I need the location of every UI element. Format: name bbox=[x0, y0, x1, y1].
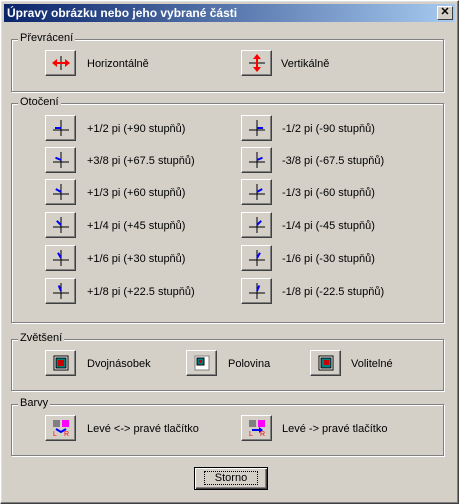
svg-text:R: R bbox=[64, 431, 69, 437]
svg-text:L: L bbox=[53, 431, 57, 437]
rotate-minus-button[interactable] bbox=[241, 147, 272, 173]
rotate-ccw-icon bbox=[248, 250, 265, 266]
rotate-ccw-icon bbox=[248, 152, 265, 168]
horizontal-arrows-icon bbox=[51, 56, 70, 70]
zoom-custom-button[interactable] bbox=[310, 350, 341, 376]
rotate-minus-button[interactable] bbox=[241, 212, 272, 238]
rotate-cw-icon bbox=[52, 283, 69, 299]
flip-vertical-label: Vertikálně bbox=[281, 58, 330, 70]
rotate-minus-button[interactable] bbox=[241, 245, 272, 271]
colors-swap-button[interactable]: LR bbox=[45, 415, 76, 441]
svg-text:L: L bbox=[249, 431, 253, 437]
rotate-plus-label: +1/8 pi (+22.5 stupňů) bbox=[87, 286, 195, 298]
flip-group-title: Převrácení bbox=[18, 32, 76, 44]
rotate-minus-button[interactable] bbox=[241, 278, 272, 304]
rotate-cw-icon bbox=[52, 184, 69, 200]
rotate-plus-button[interactable] bbox=[45, 115, 76, 141]
colors-group-title: Barvy bbox=[18, 397, 51, 409]
close-button[interactable]: ✕ bbox=[437, 6, 453, 20]
rotate-minus-label: -1/8 pi (-22.5 stupňů) bbox=[282, 286, 385, 298]
flip-horizontal-label: Horizontálně bbox=[87, 58, 149, 70]
colors-copy-button[interactable]: LR bbox=[241, 415, 272, 441]
rotate-minus-label: -3/8 pi (-67.5 stupňů) bbox=[282, 155, 385, 167]
rotate-plus-label: +1/4 pi (+45 stupňů) bbox=[87, 220, 186, 232]
rotate-ccw-icon bbox=[248, 217, 265, 233]
color-copy-icon: LR bbox=[248, 420, 265, 437]
rotate-plus-button[interactable] bbox=[45, 147, 76, 173]
rotate-minus-button[interactable] bbox=[241, 115, 272, 141]
rotate-plus-button[interactable] bbox=[45, 179, 76, 205]
rotate-group-title: Otočení bbox=[18, 96, 61, 108]
rotate-plus-button[interactable] bbox=[45, 278, 76, 304]
zoom-custom-icon bbox=[318, 355, 333, 371]
color-swap-icon: LR bbox=[52, 420, 69, 437]
close-icon: ✕ bbox=[440, 6, 450, 18]
zoom-group-title: Zvětšení bbox=[18, 332, 65, 344]
rotate-plus-label: +3/8 pi (+67.5 stupňů) bbox=[87, 155, 195, 167]
colors-swap-label: Levé <-> pravé tlačítko bbox=[87, 423, 199, 435]
rotate-cw-icon bbox=[52, 217, 69, 233]
dialog-window: Úpravy obrázku nebo jeho vybrané části ✕… bbox=[0, 0, 459, 504]
svg-text:R: R bbox=[260, 431, 265, 437]
rotate-minus-label: -1/3 pi (-60 stupňů) bbox=[282, 187, 375, 199]
rotate-minus-label: -1/2 pi (-90 stupňů) bbox=[282, 123, 375, 135]
rotate-ccw-icon bbox=[248, 120, 265, 136]
colors-copy-label: Levé -> pravé tlačítko bbox=[282, 423, 388, 435]
rotate-ccw-icon bbox=[248, 283, 265, 299]
rotate-cw-icon bbox=[52, 250, 69, 266]
rotate-plus-button[interactable] bbox=[45, 212, 76, 238]
rotate-cw-icon bbox=[52, 152, 69, 168]
zoom-half-button[interactable] bbox=[186, 350, 217, 376]
rotate-ccw-icon bbox=[248, 184, 265, 200]
window-title: Úpravy obrázku nebo jeho vybrané části bbox=[7, 6, 238, 20]
zoom-double-icon bbox=[53, 355, 68, 371]
cancel-label: Storno bbox=[203, 471, 259, 485]
rotate-plus-button[interactable] bbox=[45, 245, 76, 271]
zoom-double-label: Dvojnásobek bbox=[87, 358, 151, 370]
zoom-double-button[interactable] bbox=[45, 350, 76, 376]
rotate-minus-label: -1/6 pi (-30 stupňů) bbox=[282, 253, 375, 265]
zoom-half-icon bbox=[194, 355, 209, 371]
zoom-custom-label: Volitelné bbox=[351, 358, 393, 370]
flip-vertical-button[interactable] bbox=[241, 50, 272, 76]
rotate-cw-icon bbox=[52, 120, 69, 136]
title-bar: Úpravy obrázku nebo jeho vybrané části ✕ bbox=[4, 4, 455, 22]
rotate-minus-button[interactable] bbox=[241, 179, 272, 205]
rotate-plus-label: +1/6 pi (+30 stupňů) bbox=[87, 253, 186, 265]
rotate-plus-label: +1/3 pi (+60 stupňů) bbox=[87, 187, 186, 199]
flip-horizontal-button[interactable] bbox=[45, 50, 76, 76]
rotate-minus-label: -1/4 pi (-45 stupňů) bbox=[282, 220, 375, 232]
cancel-button[interactable]: Storno bbox=[194, 467, 268, 490]
vertical-arrows-icon bbox=[248, 54, 265, 72]
zoom-half-label: Polovina bbox=[228, 358, 271, 370]
rotate-plus-label: +1/2 pi (+90 stupňů) bbox=[87, 123, 186, 135]
